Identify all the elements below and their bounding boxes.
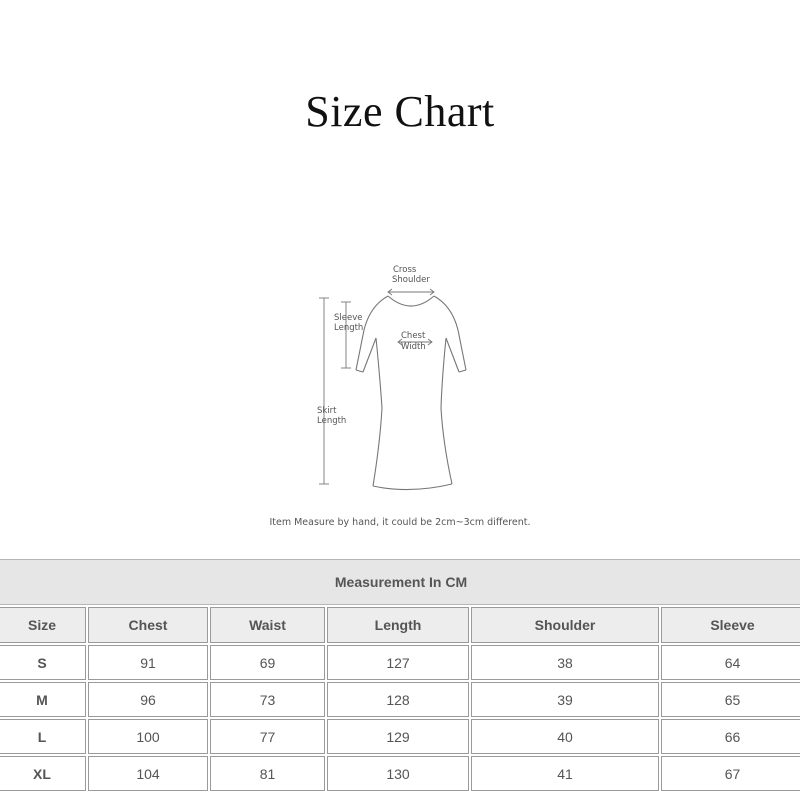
table-row: XL 104 81 130 41 67 <box>0 756 800 791</box>
dress-illustration: Cross Shoulder Sleeve Length Chest Width… <box>317 265 467 491</box>
cell-waist: 69 <box>210 645 325 680</box>
label-cross-shoulder-1: Cross <box>393 265 417 275</box>
cell-waist: 81 <box>210 756 325 791</box>
cell-length: 128 <box>327 682 469 717</box>
cell-length: 127 <box>327 645 469 680</box>
table-header-row: Size Chest Waist Length Shoulder Sleeve <box>0 607 800 643</box>
cell-shoulder: 40 <box>471 719 659 754</box>
cell-size: L <box>0 719 86 754</box>
cell-size: S <box>0 645 86 680</box>
cell-sleeve: 65 <box>661 682 800 717</box>
page-title: Size Chart <box>305 87 495 136</box>
header-sleeve: Sleeve <box>661 607 800 643</box>
cell-chest: 91 <box>88 645 208 680</box>
measure-note: Item Measure by hand, it could be 2cm~3c… <box>269 517 531 528</box>
label-skirt-length-1: Skirt <box>317 406 337 416</box>
cell-sleeve: 67 <box>661 756 800 791</box>
table-caption: Measurement In CM <box>0 559 800 605</box>
cell-waist: 73 <box>210 682 325 717</box>
label-sleeve-length-1: Sleeve <box>334 313 362 323</box>
cell-sleeve: 64 <box>661 645 800 680</box>
header-length: Length <box>327 607 469 643</box>
header-shoulder: Shoulder <box>471 607 659 643</box>
label-chest-width-2: Width <box>401 342 426 352</box>
label-sleeve-length-2: Length <box>334 323 363 333</box>
cell-length: 129 <box>327 719 469 754</box>
cell-sleeve: 66 <box>661 719 800 754</box>
size-table: Measurement In CM Size Chest Waist Lengt… <box>0 557 800 793</box>
label-skirt-length-2: Length <box>317 416 346 426</box>
cell-size: M <box>0 682 86 717</box>
cell-shoulder: 41 <box>471 756 659 791</box>
cell-shoulder: 39 <box>471 682 659 717</box>
table-caption-row: Measurement In CM <box>0 559 800 605</box>
dress-measurement-diagram: Cross Shoulder Sleeve Length Chest Width… <box>300 258 500 508</box>
cell-length: 130 <box>327 756 469 791</box>
label-chest-width-1: Chest <box>401 331 426 341</box>
table-row: M 96 73 128 39 65 <box>0 682 800 717</box>
table-row: S 91 69 127 38 64 <box>0 645 800 680</box>
cell-size: XL <box>0 756 86 791</box>
header-waist: Waist <box>210 607 325 643</box>
cell-chest: 104 <box>88 756 208 791</box>
cell-chest: 100 <box>88 719 208 754</box>
cell-waist: 77 <box>210 719 325 754</box>
header-size: Size <box>0 607 86 643</box>
table-row: L 100 77 129 40 66 <box>0 719 800 754</box>
header-chest: Chest <box>88 607 208 643</box>
label-cross-shoulder-2: Shoulder <box>392 275 430 285</box>
cell-shoulder: 38 <box>471 645 659 680</box>
cell-chest: 96 <box>88 682 208 717</box>
